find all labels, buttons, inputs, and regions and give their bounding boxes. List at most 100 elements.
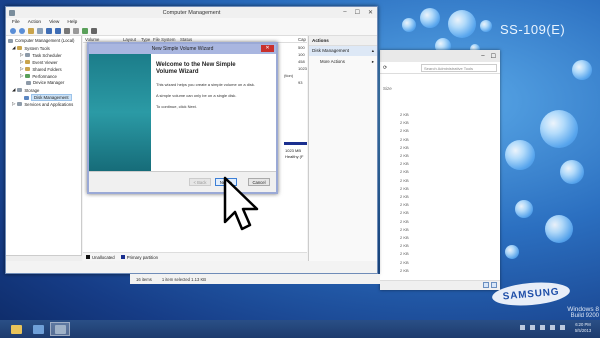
tree-item-system-tools[interactable]: ◢ System Tools — [12, 45, 50, 51]
tools-icon — [17, 46, 23, 50]
services-icon — [17, 102, 23, 106]
up-folder-icon[interactable] — [28, 27, 34, 34]
windows-watermark: Windows 8 Build 9200 — [567, 306, 599, 319]
taskbar-computer-management[interactable] — [50, 322, 70, 336]
wizard-titlebar[interactable]: New Simple Volume Wizard ✕ — [89, 44, 276, 54]
menu-file[interactable]: File — [12, 20, 20, 25]
taskbar-control-panel[interactable] — [28, 322, 48, 336]
volume-icon[interactable] — [560, 325, 565, 330]
tree-item-services[interactable]: ▷ Services and Applications — [12, 101, 73, 107]
menu-help[interactable]: Help — [67, 20, 77, 25]
cm-titlebar[interactable]: Computer Management – ☐ ✕ — [6, 7, 377, 18]
legend-primary-partition: Primary partition — [120, 255, 158, 260]
expand-icon[interactable]: ▷ — [20, 66, 23, 72]
explorer-search-input[interactable]: Search Administrative Tools — [421, 63, 497, 72]
tree-item-root[interactable]: Computer Management (Local) — [8, 38, 74, 43]
menu-view[interactable]: View — [49, 20, 59, 25]
tree-item-shared-folders[interactable]: ▷ Shared Folders — [20, 66, 62, 72]
file-size-cell: 2 KB — [400, 136, 409, 142]
details-view-icon[interactable] — [483, 282, 489, 288]
decor-bubble — [448, 10, 476, 38]
properties-icon[interactable] — [46, 27, 52, 34]
back-icon[interactable] — [10, 27, 16, 34]
partition-info[interactable]: 1023 MB Healthy (F — [285, 148, 303, 160]
power-icon[interactable] — [550, 325, 555, 330]
maximize-icon[interactable]: ☐ — [491, 53, 496, 60]
file-size-cell: 2 KB — [400, 243, 409, 249]
clock-date: 5/5/2013 — [574, 328, 592, 333]
explorer-status-text: 16 items 1 item selected 1.13 KB — [130, 274, 380, 284]
collapse-icon[interactable]: ◢ — [12, 87, 15, 93]
help-icon[interactable] — [55, 27, 61, 34]
forward-icon[interactable] — [19, 27, 25, 34]
menu-bar: File Action View Help — [6, 18, 377, 26]
control-panel-icon — [32, 324, 44, 334]
file-size-cell: 2 KB — [400, 161, 409, 167]
options-icon[interactable] — [91, 27, 97, 34]
large-icons-view-icon[interactable] — [491, 282, 497, 288]
performance-icon — [25, 74, 31, 78]
tree-item-performance[interactable]: ▷ Performance — [20, 73, 57, 79]
expand-icon[interactable]: ▷ — [20, 52, 23, 58]
expand-icon[interactable]: ▷ — [12, 101, 15, 107]
tree-item-event-viewer[interactable]: ▷ Event Viewer — [20, 59, 58, 65]
tree-item-device-manager[interactable]: Device Manager — [26, 80, 64, 85]
wizard-content: Welcome to the New Simple Volume Wizard … — [151, 54, 276, 171]
actions-section-disk-management[interactable]: Disk Management ▴ — [309, 46, 377, 56]
expand-icon[interactable]: ▷ — [20, 73, 23, 79]
column-size-header[interactable]: Size — [380, 74, 500, 91]
check-icon[interactable] — [82, 27, 88, 34]
menu-action[interactable]: Action — [28, 20, 41, 25]
decor-bubble — [515, 200, 533, 218]
tray-arrow-icon[interactable] — [520, 325, 525, 330]
explorer-titlebar[interactable]: – ☐ — [380, 50, 500, 62]
maximize-button[interactable]: ☐ — [355, 9, 360, 16]
tree-horizontal-scrollbar[interactable] — [6, 255, 82, 261]
decor-bubble — [402, 18, 416, 32]
item-count: 16 items — [136, 276, 152, 282]
explorer-window[interactable]: – ☐ ⟳ Search Administrative Tools Size 2… — [380, 50, 500, 290]
wizard-text-intro: This wizard helps you create a simple vo… — [156, 82, 255, 87]
flag-icon[interactable] — [540, 325, 545, 330]
file-size-cell: 2 KB — [400, 202, 409, 208]
taskbar-file-explorer[interactable] — [6, 322, 26, 336]
col-capacity[interactable]: Cap — [298, 37, 306, 42]
tree-item-disk-management[interactable]: Disk Management — [24, 94, 72, 101]
collapse-arrow-icon[interactable]: ▴ — [372, 48, 374, 54]
collapse-icon[interactable]: ◢ — [12, 45, 15, 51]
more-actions-item[interactable]: More Actions ▸ — [309, 56, 377, 65]
decor-bubble — [505, 245, 519, 259]
minimize-icon[interactable]: – — [481, 53, 484, 59]
show-hide-tree-icon[interactable] — [37, 27, 43, 34]
taskbar-clock[interactable]: 6:20 PM 5/5/2013 — [568, 322, 598, 334]
new-simple-volume-wizard[interactable]: New Simple Volume Wizard ✕ Welcome to th… — [87, 42, 278, 194]
toolbar — [6, 26, 377, 36]
selection-info: 1 item selected 1.13 KB — [161, 276, 207, 282]
wizard-close-button[interactable]: ✕ — [261, 45, 274, 52]
partition-bar[interactable] — [284, 142, 307, 145]
back-button[interactable]: < Back — [189, 178, 211, 186]
explorer-address-bar[interactable]: ⟳ Search Administrative Tools — [380, 62, 500, 74]
close-button[interactable]: ✕ — [368, 9, 373, 16]
file-size-cell: 2 KB — [400, 251, 409, 257]
expand-icon[interactable]: ▷ — [20, 59, 23, 65]
network-icon[interactable] — [530, 325, 535, 330]
decor-bubble — [560, 160, 584, 184]
refresh-icon[interactable]: ⟳ — [383, 65, 387, 71]
samsung-logo: SAMSUNG — [491, 279, 571, 309]
minimize-button[interactable]: – — [343, 9, 346, 16]
clock-icon — [25, 53, 31, 57]
disk-icon[interactable] — [64, 27, 70, 34]
file-size-cell: 2 KB — [400, 218, 409, 224]
tree-item-task-scheduler[interactable]: ▷ Task Scheduler — [20, 52, 62, 58]
file-size-cell: 2 KB — [400, 210, 409, 216]
file-size-cell: 2 KB — [400, 177, 409, 183]
actions-title: Actions — [309, 36, 377, 46]
capacity-value: 500 — [298, 45, 305, 50]
system-tray — [520, 325, 565, 330]
tree-item-storage[interactable]: ◢ Storage — [12, 87, 39, 93]
actions-pane: Actions Disk Management ▴ More Actions ▸ — [308, 36, 377, 261]
rescan-icon[interactable] — [73, 27, 79, 34]
file-size-cell: 2 KB — [400, 185, 409, 191]
storage-icon — [17, 88, 23, 92]
